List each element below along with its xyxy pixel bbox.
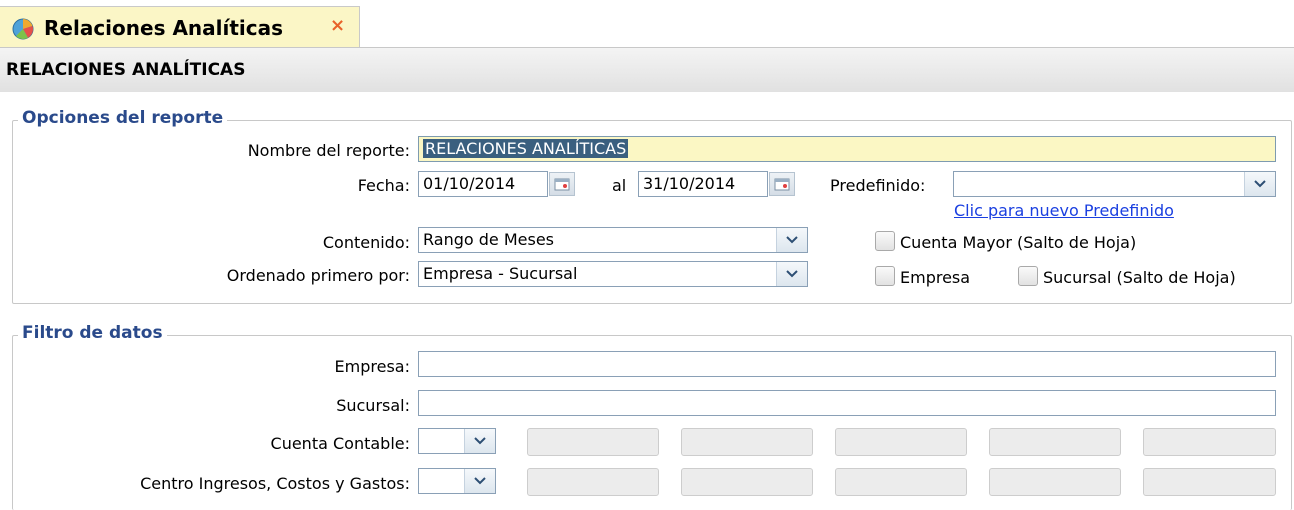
centro-label: Centro Ingresos, Costos y Gastos:: [140, 474, 410, 493]
title-bar: RELACIONES ANALÍTICAS: [0, 48, 1294, 92]
nombre-reporte-input[interactable]: RELACIONES ANALÍTICAS: [418, 136, 1276, 162]
cuenta-segment-4: [989, 428, 1121, 456]
ordenado-select[interactable]: Empresa - Sucursal: [418, 261, 808, 287]
centro-segment-1: [527, 468, 659, 496]
tab-title: Relaciones Analíticas: [44, 16, 284, 40]
tab-relaciones-analiticas[interactable]: Relaciones Analíticas ×: [0, 6, 360, 47]
centro-segment-4: [989, 468, 1121, 496]
page-title: RELACIONES ANALÍTICAS: [6, 60, 246, 80]
cuenta-mayor-label: Cuenta Mayor (Salto de Hoja): [900, 233, 1137, 252]
ordenado-value: Empresa - Sucursal: [423, 264, 578, 283]
predefinido-select[interactable]: [953, 171, 1276, 197]
chevron-down-icon[interactable]: [776, 262, 807, 286]
cuenta-segment-5: [1143, 428, 1276, 456]
sucursal-checkbox[interactable]: [1018, 266, 1038, 286]
chevron-down-icon[interactable]: [1244, 172, 1275, 196]
nombre-label: Nombre del reporte:: [247, 141, 410, 160]
empresa-checkbox[interactable]: [875, 266, 895, 286]
chevron-down-icon[interactable]: [464, 429, 495, 453]
nuevo-predefinido-link[interactable]: Clic para nuevo Predefinido: [954, 201, 1174, 220]
pie-chart-icon: [12, 18, 34, 40]
close-icon[interactable]: ×: [330, 15, 345, 36]
fecha-hasta-input[interactable]: 31/10/2014: [638, 171, 768, 197]
opciones-legend: Opciones del reporte: [18, 108, 228, 128]
cuenta-contable-label: Cuenta Contable:: [270, 434, 410, 453]
contenido-label: Contenido:: [322, 233, 410, 252]
fecha-label: Fecha:: [357, 176, 410, 195]
cuenta-segment-2: [681, 428, 813, 456]
cuenta-segment-1: [527, 428, 659, 456]
empresa-input[interactable]: [418, 351, 1276, 377]
centro-select[interactable]: [418, 468, 496, 494]
empresa-label: Empresa:: [334, 357, 410, 376]
sucursal-label: Sucursal:: [336, 396, 410, 415]
chevron-down-icon[interactable]: [776, 228, 807, 252]
contenido-select[interactable]: Rango de Meses: [418, 227, 808, 253]
cuenta-contable-select[interactable]: [418, 428, 496, 454]
ordenado-label: Ordenado primero por:: [226, 266, 410, 285]
filtro-legend: Filtro de datos: [18, 323, 167, 343]
calendar-desde-icon[interactable]: [549, 172, 575, 196]
fecha-desde-input[interactable]: 01/10/2014: [418, 171, 548, 197]
cuenta-mayor-checkbox[interactable]: [875, 231, 895, 251]
centro-segment-5: [1143, 468, 1276, 496]
centro-segment-3: [835, 468, 967, 496]
sucursal-chk-label: Sucursal (Salto de Hoja): [1043, 268, 1236, 287]
cuenta-segment-3: [835, 428, 967, 456]
al-label: al: [612, 176, 627, 195]
calendar-hasta-icon[interactable]: [769, 172, 795, 196]
contenido-value: Rango de Meses: [423, 230, 554, 249]
centro-segment-2: [681, 468, 813, 496]
sucursal-input[interactable]: [418, 390, 1276, 416]
chevron-down-icon[interactable]: [464, 469, 495, 493]
nombre-reporte-value: RELACIONES ANALÍTICAS: [423, 139, 629, 158]
predefinido-label: Predefinido:: [830, 176, 926, 195]
empresa-chk-label: Empresa: [900, 268, 971, 287]
